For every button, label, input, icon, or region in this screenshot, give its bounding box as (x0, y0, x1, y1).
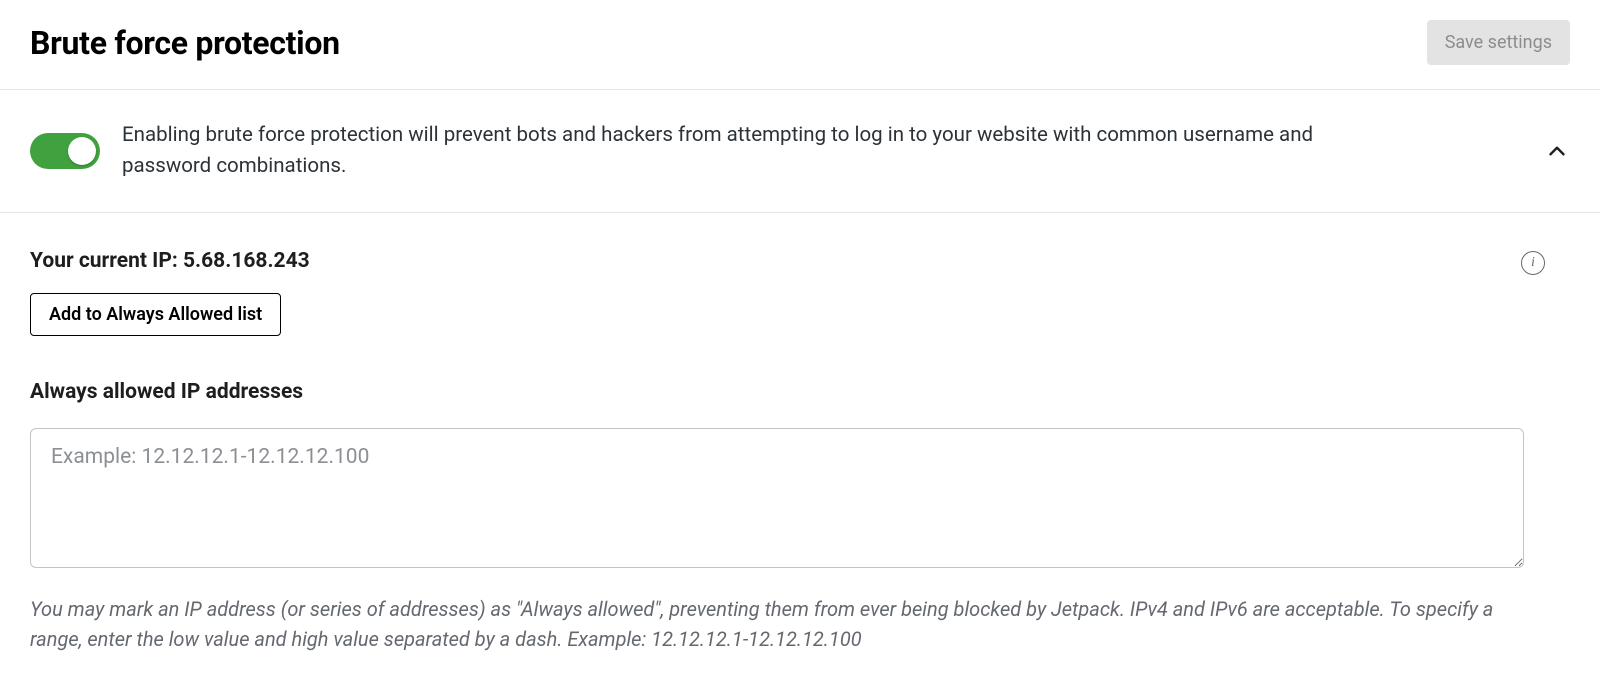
settings-header: Brute force protection Save settings (0, 0, 1600, 90)
toggle-thumb (68, 137, 96, 165)
feature-description: Enabling brute force protection will pre… (122, 120, 1322, 182)
info-icon[interactable]: i (1521, 251, 1545, 275)
collapse-icon[interactable] (1544, 138, 1570, 164)
feature-toggle-left: Enabling brute force protection will pre… (30, 120, 1470, 182)
add-to-allowlist-button[interactable]: Add to Always Allowed list (30, 293, 281, 336)
feature-toggle-row: Enabling brute force protection will pre… (0, 90, 1600, 213)
allowlist-label: Always allowed IP addresses (30, 380, 1570, 404)
current-ip-row: Your current IP: 5.68.168.243 i (30, 249, 1570, 275)
allowlist-textarea[interactable] (30, 428, 1524, 568)
current-ip-label: Your current IP: 5.68.168.243 (30, 249, 310, 273)
save-settings-button[interactable]: Save settings (1427, 20, 1570, 65)
brute-force-settings-body: Your current IP: 5.68.168.243 i Add to A… (0, 213, 1600, 684)
page-title: Brute force protection (30, 24, 340, 62)
allowlist-help-text: You may mark an IP address (or series of… (30, 594, 1530, 654)
brute-force-toggle[interactable] (30, 133, 100, 169)
